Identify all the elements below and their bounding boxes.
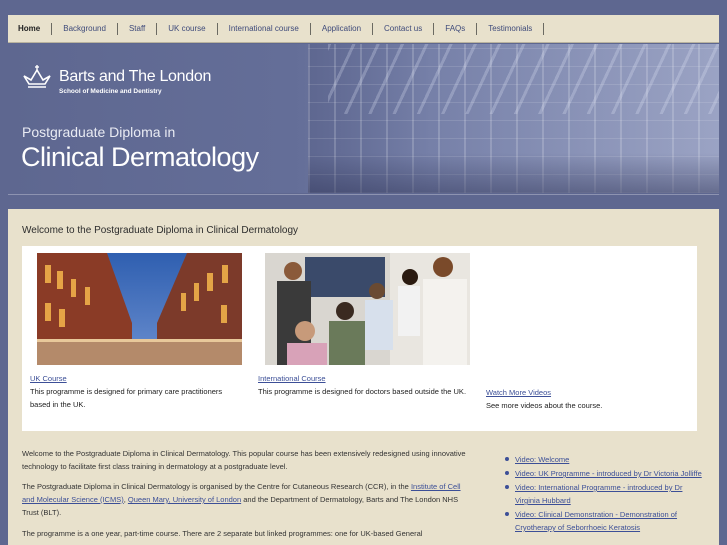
programme-paragraph: The programme is a one year, part-time c…	[22, 529, 423, 538]
nav-uk-course[interactable]: UK course	[157, 22, 218, 35]
uk-course-text: This programme is designed for primary c…	[30, 387, 223, 409]
organiser-text-start: The Postgraduate Diploma in Clinical Der…	[22, 482, 411, 491]
divider	[8, 194, 719, 195]
international-course-card: International Course This programme is d…	[250, 246, 478, 431]
video-clinical-demonstration-link[interactable]: Video: Clinical Demonstration - Demonstr…	[503, 508, 703, 534]
international-course-link[interactable]: International Course	[258, 374, 326, 383]
institution-name: Barts and The London	[59, 68, 212, 85]
nav-faqs[interactable]: FAQs	[434, 22, 478, 35]
uk-course-link[interactable]: UK Course	[30, 374, 67, 383]
nav-testimonials[interactable]: Testimonials	[477, 22, 545, 35]
videos-card: Watch More Videos See more videos about …	[478, 246, 697, 431]
watch-more-videos-link[interactable]: Watch More Videos	[486, 388, 551, 397]
nav-contact-us[interactable]: Contact us	[373, 22, 435, 35]
videos-text: See more videos about the course.	[486, 401, 603, 410]
header-banner: Barts and The London School of Medicine …	[8, 44, 719, 193]
video-list: Video: Welcome Video: UK Programme - int…	[503, 453, 703, 535]
page-title: Welcome to the Postgraduate Diploma in C…	[22, 225, 299, 236]
nav-home[interactable]: Home	[16, 22, 53, 35]
nav-staff[interactable]: Staff	[118, 22, 158, 35]
crown-icon	[23, 65, 51, 88]
main-content: Welcome to the Postgraduate Diploma in C…	[8, 209, 719, 545]
intro-paragraph: Welcome to the Postgraduate Diploma in C…	[22, 449, 466, 471]
video-international-programme-link[interactable]: Video: International Programme - introdu…	[503, 481, 703, 507]
nav-background[interactable]: Background	[52, 22, 118, 35]
organiser-paragraph: The Postgraduate Diploma in Clinical Der…	[22, 480, 467, 519]
students-photo	[265, 253, 470, 365]
qmul-link[interactable]: Queen Mary, University of London	[128, 495, 241, 504]
international-course-text: This programme is designed for doctors b…	[258, 387, 467, 396]
nav-application[interactable]: Application	[311, 22, 374, 35]
nav-international-course[interactable]: International course	[218, 22, 311, 35]
course-title: Clinical Dermatology	[21, 142, 259, 172]
building-photo	[308, 44, 719, 193]
top-nav: Home Background Staff UK course Internat…	[8, 15, 719, 43]
school-name: School of Medicine and Dentistry	[59, 88, 162, 95]
video-uk-programme-link[interactable]: Video: UK Programme - introduced by Dr V…	[503, 467, 703, 480]
uk-course-photo	[37, 253, 242, 365]
course-prefix: Postgraduate Diploma in	[22, 124, 176, 140]
uk-course-card: UK Course This programme is designed for…	[22, 246, 250, 431]
video-welcome-link[interactable]: Video: Welcome	[503, 453, 703, 466]
